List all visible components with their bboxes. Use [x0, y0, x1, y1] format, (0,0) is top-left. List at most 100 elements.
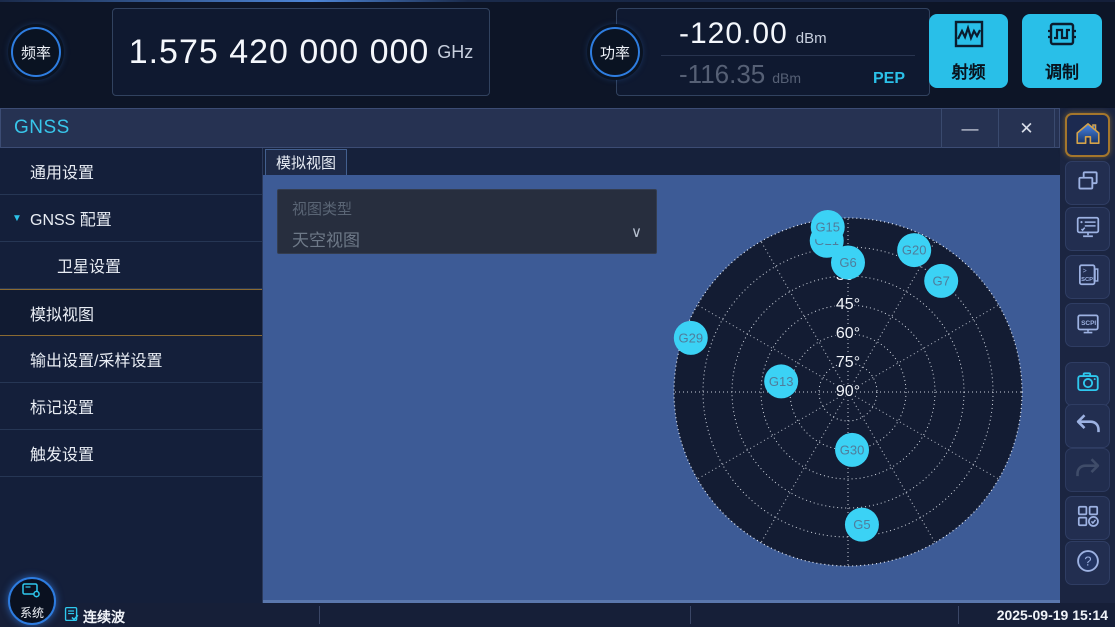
tab-simulation-view[interactable]: 模拟视图	[265, 149, 347, 175]
power-pep-row: -116.35 dBm PEP	[661, 56, 915, 90]
windows-layers-icon	[1075, 168, 1101, 199]
statusbar-divider	[319, 606, 320, 624]
satellite-marker: G5	[845, 508, 879, 542]
satellite-label: G15	[815, 219, 840, 234]
pep-unit: dBm	[772, 70, 801, 86]
redo-icon	[1074, 454, 1102, 487]
menu-label: 通用设置	[30, 159, 94, 183]
sidebar-item-general-settings[interactable]: 通用设置	[0, 148, 262, 195]
apps-check-button[interactable]	[1065, 496, 1110, 540]
satellite-marker: G13	[764, 364, 798, 398]
view-type-label: 视图类型	[292, 198, 642, 219]
scpi-monitor-button[interactable]: SCPI	[1065, 303, 1110, 347]
rf-waveform-icon	[952, 19, 986, 54]
satellite-label: G30	[840, 442, 865, 457]
home-icon	[1074, 120, 1102, 151]
sidebar-item-marker-settings[interactable]: 标记设置	[0, 383, 262, 430]
help-glyph: ?	[1084, 553, 1091, 568]
svg-text:>: >	[1082, 267, 1086, 274]
pep-label: PEP	[873, 70, 905, 88]
sidebar-item-gnss-config[interactable]: ▼ GNSS 配置	[0, 195, 262, 242]
main-panel: 模拟视图 视图类型 天空视图 ∨ 30°45°60°75°90°G21G15G6…	[263, 148, 1060, 603]
power-badge[interactable]: 功率	[590, 27, 640, 77]
monitor-settings-icon	[1075, 214, 1101, 245]
apps-grid-check-icon	[1075, 503, 1101, 534]
top-bar: 频率 1.575 420 000 000 GHz 功率 -120.00 dBm …	[0, 0, 1115, 108]
frequency-value: 1.575 420 000 000	[129, 33, 430, 72]
frequency-badge[interactable]: 频率	[11, 27, 61, 77]
right-toolbar: > SCPI SCPI	[1060, 108, 1115, 603]
undo-button[interactable]	[1065, 404, 1110, 448]
frequency-badge-label: 频率	[21, 42, 51, 63]
redo-button[interactable]	[1065, 448, 1110, 492]
scpi-file-button[interactable]: > SCPI	[1065, 255, 1110, 299]
svg-text:SCPI: SCPI	[1081, 320, 1096, 327]
satellite-label: G29	[679, 330, 704, 345]
minimize-button[interactable]: —	[941, 109, 998, 149]
screenshot-button[interactable]	[1065, 362, 1110, 406]
statusbar-divider	[690, 606, 691, 624]
elevation-label: 90°	[836, 383, 860, 400]
sidebar-item-output-sampling-settings[interactable]: 输出设置/采样设置	[0, 336, 262, 383]
satellite-marker: G7	[924, 264, 958, 298]
menu-label: 模拟视图	[30, 301, 94, 325]
frequency-display[interactable]: 1.575 420 000 000 GHz	[112, 8, 490, 96]
menu-label: GNSS 配置	[30, 206, 112, 230]
pep-value: -116.35	[679, 59, 765, 90]
mode-label: 连续波	[83, 607, 125, 627]
sidebar-item-trigger-settings[interactable]: 触发设置	[0, 430, 262, 477]
statusbar-divider	[958, 606, 959, 624]
satellite-marker: G29	[674, 321, 708, 355]
windows-button[interactable]	[1065, 161, 1110, 205]
cw-mode-icon	[63, 605, 80, 627]
view-type-dropdown[interactable]: 视图类型 天空视图 ∨	[277, 189, 657, 254]
close-button[interactable]: ✕	[998, 109, 1055, 149]
tab-row: 模拟视图	[263, 148, 1060, 175]
window-title: GNSS	[1, 117, 70, 139]
sidebar-item-satellite-settings[interactable]: 卫星设置	[0, 242, 262, 289]
elevation-label: 60°	[836, 325, 860, 342]
rf-toggle-button[interactable]: 射频	[929, 14, 1008, 88]
help-icon: ?	[1074, 547, 1102, 580]
datetime-label: 2025-09-19 15:14	[997, 607, 1108, 623]
screen: 频率 1.575 420 000 000 GHz 功率 -120.00 dBm …	[0, 0, 1115, 627]
modulation-button-label: 调制	[1045, 58, 1079, 83]
satellite-label: G5	[853, 517, 870, 532]
window-titlebar[interactable]: GNSS — ✕	[0, 108, 1060, 148]
satellite-label: G13	[769, 374, 794, 389]
satellite-marker: G15	[811, 210, 845, 244]
sidebar-item-simulation-view[interactable]: 模拟视图	[0, 289, 262, 336]
menu-label: 触发设置	[30, 441, 94, 465]
help-button[interactable]: ?	[1065, 541, 1110, 585]
expand-arrow-icon: ▼	[12, 213, 22, 224]
modulation-pulse-icon	[1045, 19, 1079, 54]
power-badge-label: 功率	[600, 42, 630, 63]
status-bar: 系统 连续波 2025-09-19 15:14	[0, 603, 1115, 627]
chevron-down-icon: ∨	[631, 223, 642, 241]
camera-icon	[1075, 369, 1101, 400]
instrument-config-button[interactable]	[1065, 207, 1110, 251]
power-unit: dBm	[796, 30, 827, 47]
satellite-label: G6	[839, 255, 856, 270]
scpi-monitor-icon: SCPI	[1075, 310, 1101, 341]
system-button[interactable]: 系统	[8, 577, 56, 625]
system-button-label: 系统	[20, 604, 44, 621]
system-icon	[21, 582, 43, 605]
menu-label: 标记设置	[30, 394, 94, 418]
menu-label: 输出设置/采样设置	[30, 347, 162, 371]
undo-icon	[1074, 410, 1102, 443]
sky-view-chart: 30°45°60°75°90°G21G15G6G20G7G29G13G30G5	[663, 207, 1033, 577]
gnss-window: GNSS — ✕ 通用设置 ▼ GNSS 配置 卫星设置 模拟视图	[0, 108, 1060, 603]
power-main-row: -120.00 dBm	[661, 15, 915, 56]
home-button[interactable]	[1065, 113, 1110, 157]
sidebar-menu: 通用设置 ▼ GNSS 配置 卫星设置 模拟视图 输出设置/采样设置 标记设置 …	[0, 148, 263, 603]
rf-button-label: 射频	[952, 58, 986, 83]
close-icon: ✕	[1019, 119, 1033, 139]
satellite-marker: G20	[897, 233, 931, 267]
elevation-label: 45°	[836, 296, 860, 313]
minimize-icon: —	[962, 119, 979, 139]
view-type-value: 天空视图	[292, 226, 642, 251]
power-display[interactable]: -120.00 dBm -116.35 dBm PEP	[616, 8, 930, 96]
satellite-marker: G6	[831, 245, 865, 279]
modulation-toggle-button[interactable]: 调制	[1022, 14, 1102, 88]
